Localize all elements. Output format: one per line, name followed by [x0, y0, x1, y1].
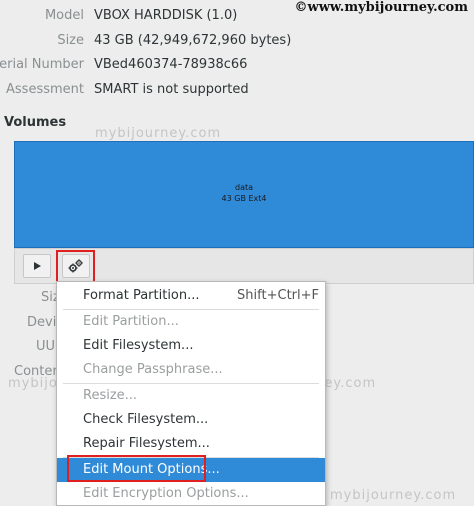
menu-item-label: Edit Partition...	[83, 314, 179, 329]
partition-contents-label: Conten	[14, 364, 61, 379]
gear-highlight-box	[56, 250, 95, 283]
menu-item-repair-filesystem[interactable]: Repair Filesystem...	[57, 432, 325, 456]
partition-name: data	[234, 183, 254, 192]
menu-item-label: Repair Filesystem...	[83, 436, 210, 451]
menu-item-shortcut: Shift+Ctrl+F	[237, 288, 319, 303]
menu-item-label: Resize...	[83, 388, 138, 403]
menu-item-label: Edit Filesystem...	[83, 338, 194, 353]
info-row-model: Model VBOX HARDDISK (1.0)	[0, 8, 474, 30]
info-label: Size	[57, 33, 84, 48]
mount-button[interactable]	[23, 254, 51, 278]
menu-item-format-partition[interactable]: Format Partition... Shift+Ctrl+F	[57, 284, 325, 308]
info-label: Serial Number	[0, 57, 84, 72]
mount-options-highlight-box	[67, 455, 206, 482]
volume-partition-block[interactable]: data 43 GB Ext4	[14, 141, 474, 248]
info-value: SMART is not supported	[94, 82, 249, 97]
info-row-assessment: Assessment SMART is not supported	[0, 82, 474, 104]
menu-item-resize[interactable]: Resize...	[57, 384, 325, 408]
menu-item-edit-partition[interactable]: Edit Partition...	[57, 310, 325, 334]
info-row-serial: Serial Number VBed460374-78938c66	[0, 57, 474, 79]
menu-item-check-filesystem[interactable]: Check Filesystem...	[57, 408, 325, 432]
menu-item-label: Format Partition...	[83, 288, 200, 303]
watermark-faint: mybijourney.com	[330, 488, 457, 503]
volumes-heading: Volumes	[4, 115, 67, 130]
menu-item-label: Change Passphrase...	[83, 362, 223, 377]
menu-item-label: Check Filesystem...	[83, 412, 209, 427]
info-label: Assessment	[6, 82, 84, 97]
menu-item-edit-encryption-options[interactable]: Edit Encryption Options...	[57, 482, 325, 505]
info-value: VBed460374-78938c66	[94, 57, 248, 72]
watermark-faint: mybijourney.com	[95, 126, 222, 141]
info-row-size: Size 43 GB (42,949,672,960 bytes)	[0, 33, 474, 55]
info-value: 43 GB (42,949,672,960 bytes)	[94, 33, 292, 48]
menu-item-label: Edit Encryption Options...	[83, 486, 249, 501]
menu-item-edit-filesystem[interactable]: Edit Filesystem...	[57, 334, 325, 358]
play-icon	[34, 262, 41, 270]
info-label: Model	[44, 8, 84, 23]
menu-item-change-passphrase[interactable]: Change Passphrase...	[57, 358, 325, 382]
info-value: VBOX HARDDISK (1.0)	[94, 8, 238, 23]
partition-info: 43 GB Ext4	[221, 194, 267, 203]
